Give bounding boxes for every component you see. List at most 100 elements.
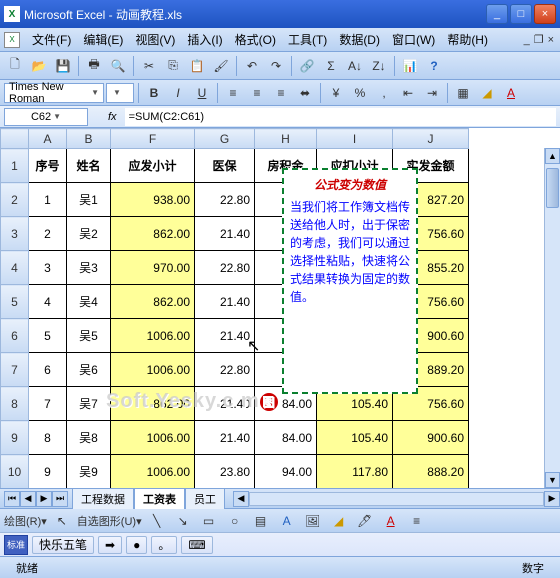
redo-button[interactable]: ↷ (265, 55, 287, 77)
cell[interactable]: 862.00 (111, 285, 195, 319)
cell[interactable]: 1 (29, 183, 67, 217)
undo-button[interactable]: ↶ (241, 55, 263, 77)
cell[interactable]: 2 (29, 217, 67, 251)
cell[interactable]: 21.40 (195, 387, 255, 421)
row-header[interactable]: 3 (1, 217, 29, 251)
cell[interactable]: 7 (29, 387, 67, 421)
oval-button[interactable]: ○ (224, 510, 246, 532)
cell[interactable]: 21.40 (195, 421, 255, 455)
cell[interactable]: 1006.00 (111, 421, 195, 455)
cell[interactable]: 105.40 (317, 421, 393, 455)
copy-button[interactable]: ⎘ (162, 55, 184, 77)
table-header-cell[interactable]: 姓名 (67, 149, 111, 183)
sheet-tab[interactable]: 工资表 (134, 488, 185, 509)
scroll-up-button[interactable]: ▲ (545, 148, 560, 164)
font-color-button[interactable]: A (500, 82, 522, 104)
scroll-left-button[interactable]: ◀ (233, 491, 249, 507)
column-header[interactable]: B (67, 129, 111, 149)
increase-indent-button[interactable]: ⇥ (421, 82, 443, 104)
rectangle-button[interactable]: ▭ (198, 510, 220, 532)
cell[interactable]: 吴4 (67, 285, 111, 319)
decrease-indent-button[interactable]: ⇤ (397, 82, 419, 104)
select-all-corner[interactable] (1, 129, 29, 149)
cell[interactable]: 9 (29, 455, 67, 489)
percent-button[interactable]: % (349, 82, 371, 104)
align-left-button[interactable]: ≡ (222, 82, 244, 104)
column-header[interactable]: A (29, 129, 67, 149)
row-header[interactable]: 9 (1, 421, 29, 455)
cell[interactable]: 吴5 (67, 319, 111, 353)
cell[interactable]: 1006.00 (111, 319, 195, 353)
table-header-cell[interactable]: 序号 (29, 149, 67, 183)
cell[interactable]: 4 (29, 285, 67, 319)
cell[interactable]: 吴6 (67, 353, 111, 387)
cell[interactable]: 938.00 (111, 183, 195, 217)
menu-item[interactable]: 插入(I) (181, 29, 228, 50)
cell[interactable]: 吴9 (67, 455, 111, 489)
ime-name[interactable]: 快乐五笔 (32, 536, 94, 554)
sheet-tab[interactable]: 工程数据 (72, 488, 134, 509)
currency-button[interactable]: ¥ (325, 82, 347, 104)
cell[interactable]: 6 (29, 353, 67, 387)
arrow-button[interactable]: ↘ (172, 510, 194, 532)
ime-mode-3-icon[interactable]: 。 (151, 536, 177, 554)
sort-asc-button[interactable]: A↓ (344, 55, 366, 77)
close-button[interactable]: × (534, 4, 556, 24)
vertical-scrollbar[interactable]: ▲ ▼ (544, 148, 560, 488)
menu-item[interactable]: 帮助(H) (441, 29, 494, 50)
scroll-thumb[interactable] (546, 168, 559, 208)
borders-button[interactable]: ▦ (452, 82, 474, 104)
row-header[interactable]: 1 (1, 149, 29, 183)
cell[interactable]: 22.80 (195, 251, 255, 285)
row-header[interactable]: 10 (1, 455, 29, 489)
row-header[interactable]: 7 (1, 353, 29, 387)
ime-mode-2-icon[interactable]: ● (126, 536, 147, 554)
clipart-button[interactable]: 🖼 (302, 510, 324, 532)
cell[interactable]: 900.60 (393, 421, 469, 455)
column-header[interactable]: F (111, 129, 195, 149)
column-header[interactable]: J (393, 129, 469, 149)
sheet-tab[interactable]: 员工 (185, 488, 225, 509)
horizontal-scrollbar[interactable]: ◀ ▶ (233, 491, 560, 507)
autoshapes-menu[interactable]: 自选图形(U)▾ (77, 513, 142, 529)
line-color-button[interactable]: 🖊 (354, 510, 376, 532)
cell[interactable]: 吴2 (67, 217, 111, 251)
help-button[interactable]: ? (423, 55, 445, 77)
minimize-button[interactable]: _ (486, 4, 508, 24)
scroll-track[interactable] (249, 492, 544, 506)
comma-button[interactable]: , (373, 82, 395, 104)
fx-icon[interactable]: fx (108, 111, 117, 123)
font-name-dropdown[interactable]: Times New Roman▼ (4, 83, 104, 103)
save-button[interactable]: 💾 (52, 55, 74, 77)
cell[interactable]: 8 (29, 421, 67, 455)
new-button[interactable]: 🗋 (4, 55, 26, 77)
cell[interactable]: 22.80 (195, 353, 255, 387)
line-style-button[interactable]: ≡ (406, 510, 428, 532)
bold-button[interactable]: B (143, 82, 165, 104)
ime-indicator-icon[interactable]: 标准 (4, 535, 28, 555)
print-button[interactable]: 🖶 (83, 55, 105, 77)
menu-item[interactable]: 视图(V) (129, 29, 181, 50)
paste-button[interactable]: 📋 (186, 55, 208, 77)
cell[interactable]: 吴8 (67, 421, 111, 455)
open-button[interactable]: 📂 (28, 55, 50, 77)
cell[interactable]: 21.40 (195, 217, 255, 251)
cell[interactable]: 862.00 (111, 387, 195, 421)
autosum-button[interactable]: Σ (320, 55, 342, 77)
mdi-restore-button[interactable]: ❐ (534, 33, 544, 46)
row-header[interactable]: 4 (1, 251, 29, 285)
merge-center-button[interactable]: ⬌ (294, 82, 316, 104)
format-painter-button[interactable]: 🖌 (210, 55, 232, 77)
table-header-cell[interactable]: 医保 (195, 149, 255, 183)
ime-mode-1-icon[interactable]: ➡ (98, 536, 122, 554)
fill-color-button[interactable]: ◢ (476, 82, 498, 104)
cell[interactable]: 117.80 (317, 455, 393, 489)
cell[interactable]: 5 (29, 319, 67, 353)
name-box[interactable]: C62▼ (4, 108, 88, 126)
cell[interactable]: 21.40 (195, 285, 255, 319)
menu-item[interactable]: 窗口(W) (386, 29, 441, 50)
row-header[interactable]: 6 (1, 319, 29, 353)
tab-first-button[interactable]: ⏮ (4, 491, 20, 507)
cell[interactable]: 970.00 (111, 251, 195, 285)
cell[interactable]: 1006.00 (111, 455, 195, 489)
